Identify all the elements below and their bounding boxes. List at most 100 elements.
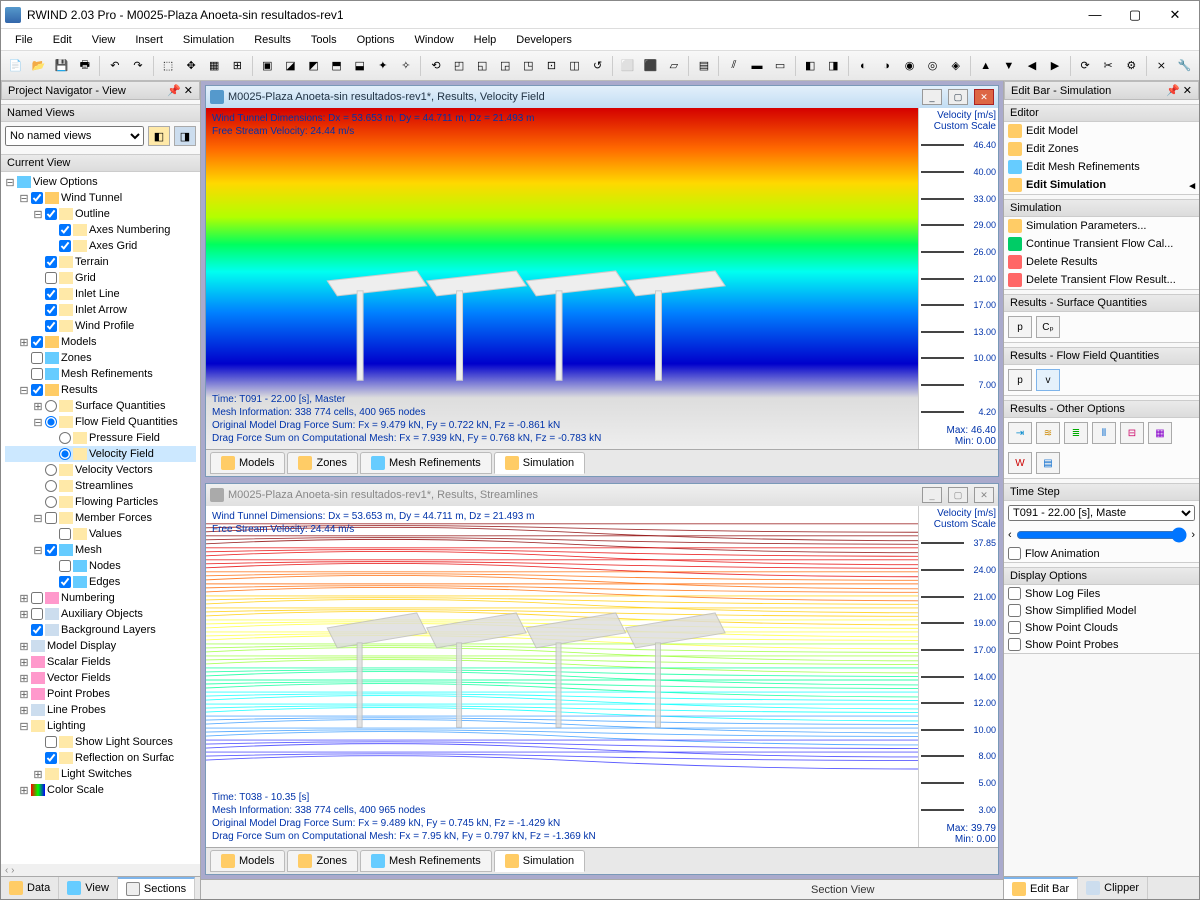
- tree-item[interactable]: ⊞Numbering: [5, 590, 196, 606]
- editor-item[interactable]: Edit Simulation◂: [1004, 176, 1199, 194]
- rsq-btn-Cₚ[interactable]: Cₚ: [1036, 316, 1060, 338]
- toolbar-btn-26[interactable]: ⊡: [541, 55, 562, 77]
- toolbar-btn-13[interactable]: ▣: [257, 55, 278, 77]
- doc-tab-zones[interactable]: Zones: [287, 850, 358, 872]
- display-option[interactable]: Show Simplified Model: [1004, 602, 1199, 619]
- tree-checkbox[interactable]: [45, 256, 57, 268]
- toolbar-btn-59[interactable]: 🔧: [1174, 55, 1195, 77]
- tree-checkbox[interactable]: [45, 752, 57, 764]
- doc-close[interactable]: ✕: [974, 487, 994, 503]
- menu-results[interactable]: Results: [244, 32, 301, 48]
- tree-item[interactable]: Inlet Line: [5, 286, 196, 302]
- tree-item[interactable]: Axes Grid: [5, 238, 196, 254]
- display-option-checkbox[interactable]: [1008, 604, 1021, 617]
- display-option-checkbox[interactable]: [1008, 621, 1021, 634]
- tree-item[interactable]: ⊟Lighting: [5, 718, 196, 734]
- tree-item[interactable]: Nodes: [5, 558, 196, 574]
- tree-item[interactable]: ⊞Models: [5, 334, 196, 350]
- maximize-button[interactable]: ▢: [1115, 1, 1155, 29]
- tree-item[interactable]: ⊟Outline: [5, 206, 196, 222]
- tree-item[interactable]: Terrain: [5, 254, 196, 270]
- panel-close-icon[interactable]: ✕: [1183, 85, 1192, 97]
- opt-btn-w[interactable]: W: [1008, 452, 1032, 474]
- doc-tab-mesh-refinements[interactable]: Mesh Refinements: [360, 452, 492, 474]
- tree-item[interactable]: ⊟View Options: [5, 174, 196, 190]
- editor-item[interactable]: Edit Model: [1004, 122, 1199, 140]
- toolbar-btn-40[interactable]: ◧: [800, 55, 821, 77]
- toolbar-btn-18[interactable]: ✦: [372, 55, 393, 77]
- toolbar-btn-19[interactable]: ✧: [395, 55, 416, 77]
- menu-simulation[interactable]: Simulation: [173, 32, 244, 48]
- toolbar-btn-44[interactable]: ◑: [876, 55, 897, 77]
- close-button[interactable]: ✕: [1155, 1, 1195, 29]
- opt-btn-5[interactable]: ⊟: [1120, 422, 1144, 444]
- toolbar-btn-25[interactable]: ◳: [518, 55, 539, 77]
- tree-checkbox[interactable]: [45, 464, 57, 476]
- scroll-icon[interactable]: ‹ ›: [5, 865, 14, 876]
- rsq-btn-p[interactable]: p: [1008, 316, 1032, 338]
- pin-icon[interactable]: 📌: [167, 85, 181, 97]
- doc-close[interactable]: ✕: [974, 89, 994, 105]
- doc-minimize[interactable]: _: [922, 487, 942, 503]
- tree-checkbox[interactable]: [45, 304, 57, 316]
- tree-checkbox[interactable]: [45, 544, 57, 556]
- opt-btn-6[interactable]: ▦: [1148, 422, 1172, 444]
- tree-item[interactable]: ⊞Auxiliary Objects: [5, 606, 196, 622]
- tab-data[interactable]: Data: [1, 877, 59, 899]
- toolbar-btn-2[interactable]: 💾: [51, 55, 72, 77]
- tree-checkbox[interactable]: [45, 512, 57, 524]
- menu-view[interactable]: View: [82, 32, 126, 48]
- toolbar-btn-10[interactable]: ▦: [204, 55, 225, 77]
- toolbar-btn-46[interactable]: ◎: [922, 55, 943, 77]
- view-button-1[interactable]: ◧: [148, 126, 170, 146]
- tree-item[interactable]: ⊞Scalar Fields: [5, 654, 196, 670]
- doc-maximize[interactable]: ▢: [948, 89, 968, 105]
- toolbar-btn-43[interactable]: ◐: [853, 55, 874, 77]
- toolbar-btn-31[interactable]: ⬛: [640, 55, 661, 77]
- menu-window[interactable]: Window: [405, 32, 464, 48]
- tree-item[interactable]: ⊞Surface Quantities: [5, 398, 196, 414]
- doc-maximize[interactable]: ▢: [948, 487, 968, 503]
- toolbar-btn-41[interactable]: ◨: [823, 55, 844, 77]
- menu-file[interactable]: File: [5, 32, 43, 48]
- opt-btn-2[interactable]: ≋: [1036, 422, 1060, 444]
- toolbar-btn-15[interactable]: ◩: [303, 55, 324, 77]
- tree-checkbox[interactable]: [45, 272, 57, 284]
- toolbar-btn-6[interactable]: ↷: [127, 55, 148, 77]
- tree-checkbox[interactable]: [31, 592, 43, 604]
- tree-checkbox[interactable]: [31, 336, 43, 348]
- opt-btn-3[interactable]: ≣: [1064, 422, 1088, 444]
- menu-options[interactable]: Options: [347, 32, 405, 48]
- tree-item[interactable]: ⊞Color Scale: [5, 782, 196, 798]
- timestep-slider[interactable]: [1016, 527, 1188, 543]
- tab-sections[interactable]: Sections: [118, 877, 195, 899]
- tree-item[interactable]: ⊞Model Display: [5, 638, 196, 654]
- tree-checkbox[interactable]: [59, 528, 71, 540]
- toolbar-btn-24[interactable]: ◲: [495, 55, 516, 77]
- toolbar-btn-47[interactable]: ◈: [945, 55, 966, 77]
- toolbar-btn-28[interactable]: ↺: [587, 55, 608, 77]
- tree-item[interactable]: ⊟Member Forces: [5, 510, 196, 526]
- toolbar-btn-22[interactable]: ◰: [449, 55, 470, 77]
- toolbar-btn-11[interactable]: ⊞: [227, 55, 248, 77]
- sim-item[interactable]: Continue Transient Flow Cal...: [1004, 235, 1199, 253]
- tree-item[interactable]: ⊟Mesh: [5, 542, 196, 558]
- display-option-checkbox[interactable]: [1008, 587, 1021, 600]
- named-views-select[interactable]: No named views: [5, 126, 144, 146]
- tab-view[interactable]: View: [59, 877, 118, 899]
- toolbar-btn-0[interactable]: 📄: [5, 55, 26, 77]
- toolbar-btn-38[interactable]: ▭: [770, 55, 791, 77]
- tree-item[interactable]: Background Layers: [5, 622, 196, 638]
- menu-edit[interactable]: Edit: [43, 32, 82, 48]
- tree-item[interactable]: ⊞Vector Fields: [5, 670, 196, 686]
- toolbar-btn-45[interactable]: ◉: [899, 55, 920, 77]
- slider-next[interactable]: ›: [1191, 529, 1195, 541]
- pin-icon[interactable]: 📌: [1166, 85, 1180, 97]
- display-option-checkbox[interactable]: [1008, 638, 1021, 651]
- tree-checkbox[interactable]: [31, 608, 43, 620]
- tree-item[interactable]: ⊞Light Switches: [5, 766, 196, 782]
- tree-checkbox[interactable]: [31, 624, 43, 636]
- toolbar-btn-16[interactable]: ⬒: [326, 55, 347, 77]
- tree-item[interactable]: Streamlines: [5, 478, 196, 494]
- toolbar-btn-27[interactable]: ◫: [564, 55, 585, 77]
